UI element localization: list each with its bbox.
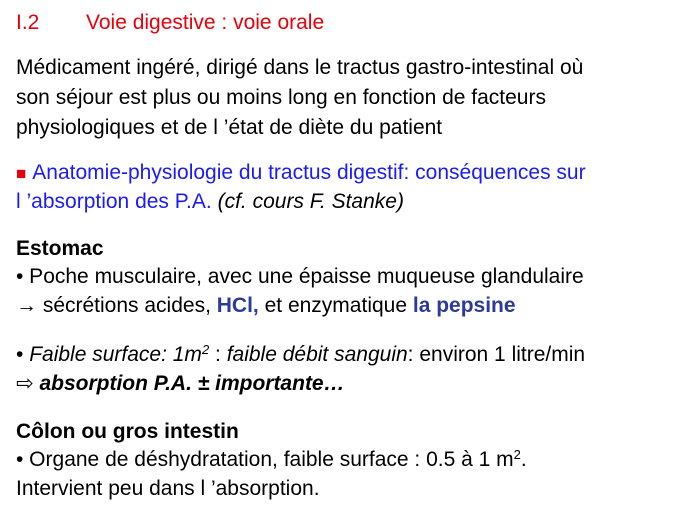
intro-line-1: Médicament ingéré, dirigé dans le tractu…: [16, 56, 584, 79]
hcl-term: HCl,: [216, 294, 259, 317]
anatomy-text-2: l ’absorption des P.A.: [16, 190, 212, 213]
colon-line-2: Intervient peu dans l ’absorption.: [16, 477, 320, 500]
absorption-text: absorption P.A. ± importante…: [33, 372, 345, 395]
secretions-text: sécrétions acides,: [37, 294, 217, 317]
section-title: Voie digestive : voie orale: [86, 11, 325, 34]
estomac-bullet-1-line-2: → sécrétions acides, HCl, et enzymatique…: [16, 293, 516, 319]
estomac-heading: Estomac: [16, 237, 104, 260]
intro-line-2: son séjour est plus ou moins long en fon…: [16, 86, 546, 109]
section-number: I.2: [16, 11, 40, 34]
hollow-arrow-icon: ⇨: [16, 372, 34, 395]
enzymatique-text: et enzymatique: [258, 294, 413, 317]
colon-period: .: [520, 448, 527, 471]
course-reference: (cf. cours F. Stanke): [217, 190, 404, 213]
right-arrow-icon: →: [16, 294, 37, 317]
square-bullet-icon: ■: [16, 164, 27, 183]
colon-separator: :: [209, 343, 227, 366]
bullet-dot: •: [16, 343, 30, 366]
litre-text: : environ 1 litre/min: [407, 343, 586, 366]
slide: I.2 Voie digestive : voie orale Médicamen…: [0, 0, 690, 516]
colon-bullet-text: • Organe de déshydratation, faible surfa…: [16, 448, 514, 471]
colon-bullet-1: • Organe de déshydratation, faible surfa…: [16, 447, 527, 473]
surface-text: Faible surface: 1m: [29, 343, 202, 366]
colon-exponent: 2: [513, 447, 521, 462]
slide-title: I.2 Voie digestive : voie orale: [16, 10, 324, 36]
estomac-bullet-1: • Poche musculaire, avec une épaisse muq…: [16, 265, 584, 288]
pepsine-term: la pepsine: [412, 294, 516, 317]
debit-text: faible débit sanguin: [226, 343, 408, 366]
estomac-conclusion: ⇨ absorption P.A. ± importante…: [16, 371, 345, 397]
colon-heading: Côlon ou gros intestin: [16, 420, 239, 443]
anatomy-line-2: l ’absorption des P.A. (cf. cours F. Sta…: [16, 189, 404, 215]
estomac-bullet-2: • Faible surface: 1m2 : faible débit san…: [16, 342, 585, 368]
anatomy-text-1: Anatomie-physiologie du tractus digestif…: [32, 161, 586, 184]
intro-line-3: physiologiques et de l ’état de diète du…: [16, 116, 443, 139]
anatomy-line-1: ■ Anatomie-physiologie du tractus digesti…: [16, 160, 586, 187]
